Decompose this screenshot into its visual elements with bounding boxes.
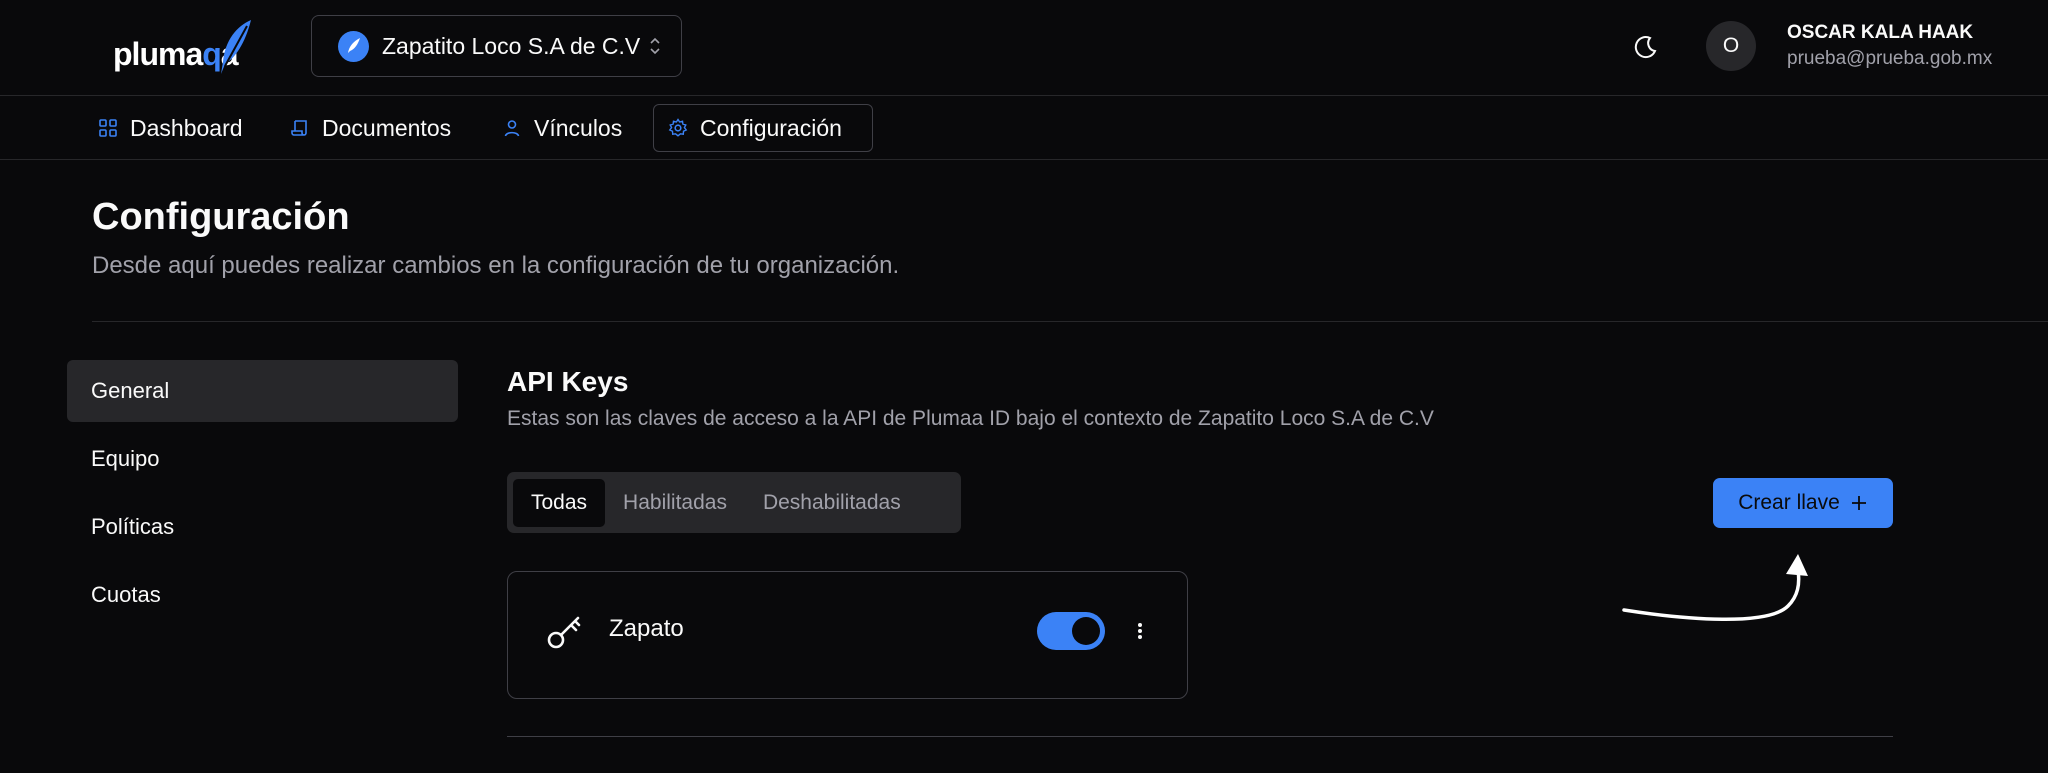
tab-habilitadas[interactable]: Habilitadas <box>605 479 745 527</box>
user-email: prueba@prueba.gob.mx <box>1787 48 1993 69</box>
tab-deshabilitadas[interactable]: Deshabilitadas <box>745 479 919 527</box>
more-vertical-icon[interactable] <box>1130 615 1150 647</box>
feather-logo-icon <box>221 20 251 74</box>
moon-icon[interactable] <box>1628 30 1662 64</box>
nav-documentos-label: Documentos <box>322 114 452 141</box>
gear-icon <box>668 118 688 137</box>
scroll-icon <box>291 120 307 136</box>
annotation-arrow <box>1622 554 1808 621</box>
create-key-label: Crear llave <box>1738 491 1840 514</box>
key-icon <box>547 616 581 649</box>
api-key-name: Zapato <box>609 615 684 642</box>
sidebar-item-equipo[interactable]: Equipo <box>67 428 458 490</box>
nav-dashboard-label: Dashboard <box>130 114 243 141</box>
user-name: OSCAR KALA HAAK <box>1787 22 1974 43</box>
nav-configuracion[interactable]: Configuración <box>653 104 873 152</box>
organization-select[interactable]: Zapatito Loco S.A de C.V <box>311 15 682 77</box>
section-description: Estas son las claves de acceso a la API … <box>507 407 1434 430</box>
create-key-button[interactable]: Crear llave <box>1713 478 1893 528</box>
user-icon <box>504 120 520 137</box>
sidebar-item-label: Equipo <box>91 446 160 471</box>
section-title: API Keys <box>507 366 629 397</box>
plumaa-logo[interactable]: plumaqa <box>113 18 263 78</box>
feather-icon <box>338 30 369 62</box>
api-key-toggle[interactable] <box>1037 612 1105 650</box>
grid-icon <box>99 119 117 137</box>
filter-tabs: Todas Habilitadas Deshabilitadas <box>507 472 961 533</box>
sidebar-item-politicas[interactable]: Políticas <box>67 496 458 558</box>
main-nav: Dashboard Documentos Vínculos Configurac… <box>0 96 2048 160</box>
sidebar-item-cuotas[interactable]: Cuotas <box>67 564 458 626</box>
plus-icon <box>1851 496 1866 510</box>
divider <box>507 736 1893 737</box>
avatar[interactable]: O <box>1706 21 1756 71</box>
organization-name: Zapatito Loco S.A de C.V <box>382 32 641 59</box>
api-key-card: Zapato <box>507 571 1188 699</box>
sidebar-item-label: General <box>91 378 170 403</box>
nav-documentos[interactable]: Documentos <box>276 104 465 152</box>
top-bar: plumaqa Zapatito Loco S.A de C.V O OSCAR… <box>0 0 2048 96</box>
nav-vinculos[interactable]: Vínculos <box>488 104 636 152</box>
page-subtitle: Desde aquí puedes realizar cambios en la… <box>92 252 900 279</box>
chevron-updown-icon <box>650 37 660 55</box>
nav-dashboard[interactable]: Dashboard <box>84 104 257 152</box>
page-title: Configuración <box>92 196 350 238</box>
tab-todas[interactable]: Todas <box>513 478 606 527</box>
nav-vinculos-label: Vínculos <box>534 114 623 141</box>
toggle-knob <box>1072 617 1100 645</box>
nav-configuracion-label: Configuración <box>700 114 842 141</box>
sidebar-item-label: Cuotas <box>91 582 161 607</box>
sidebar-item-general[interactable]: General <box>67 360 458 422</box>
sidebar-item-label: Políticas <box>91 514 175 539</box>
divider <box>92 321 2048 322</box>
